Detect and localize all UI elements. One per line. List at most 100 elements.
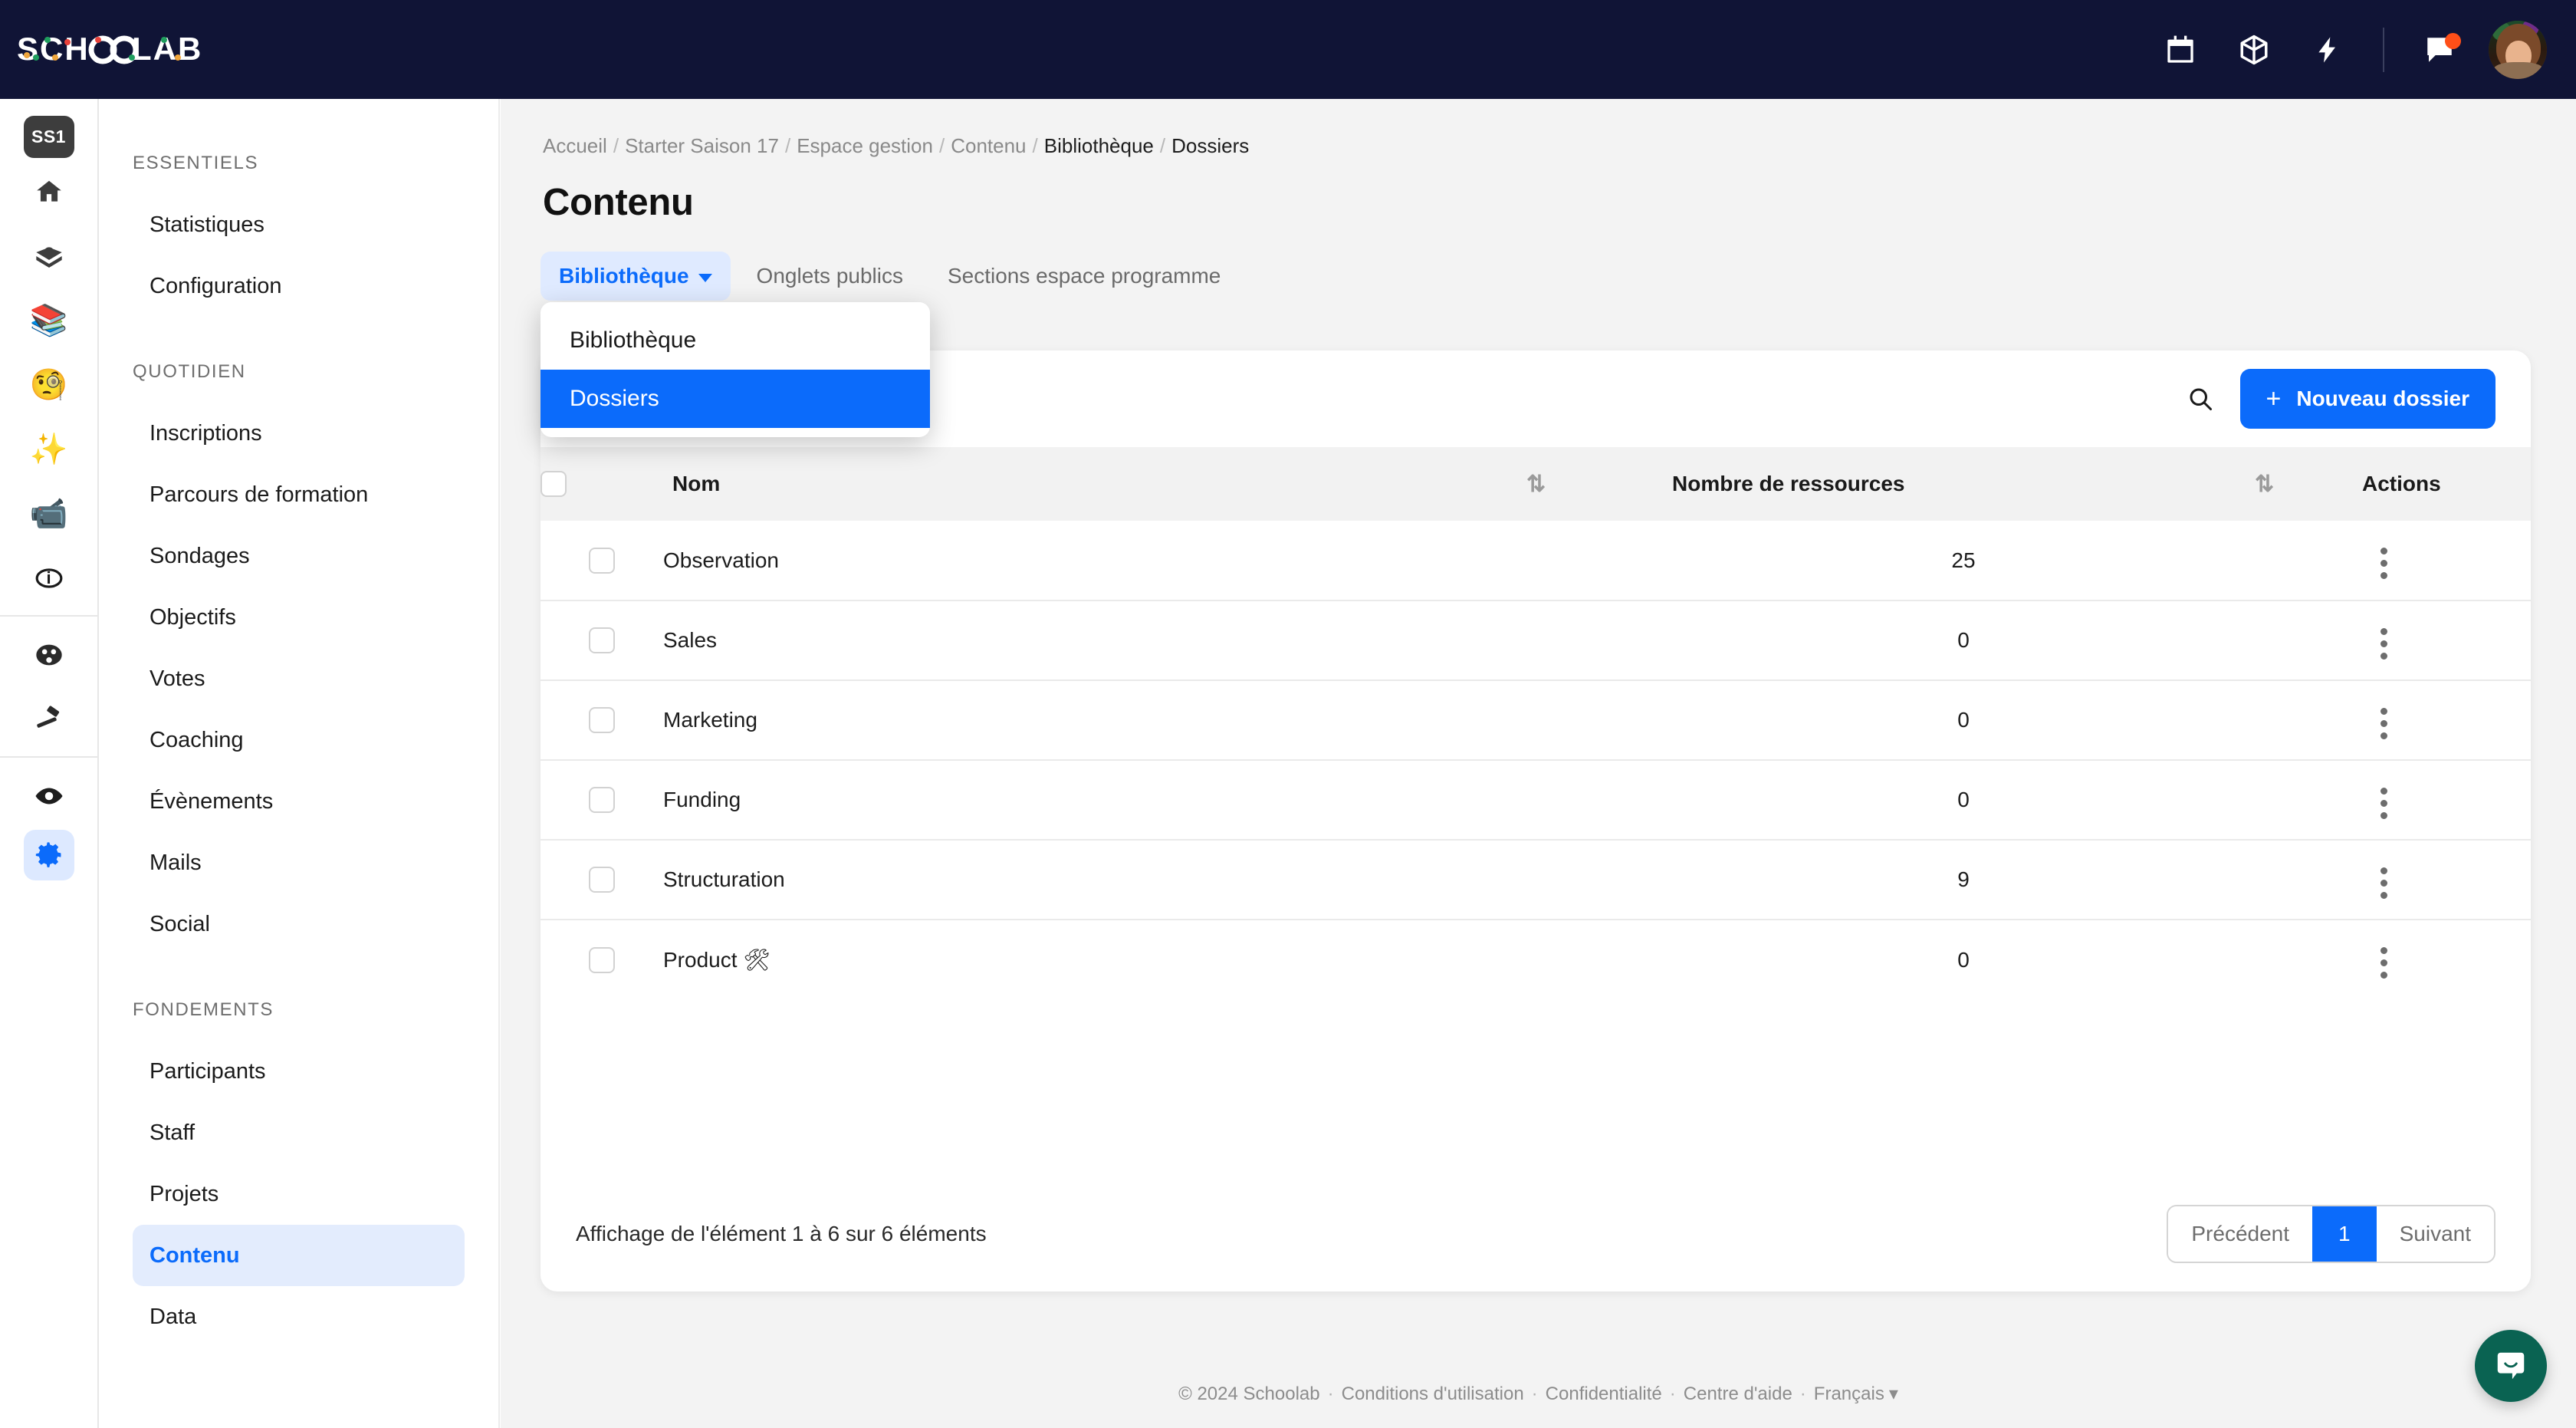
footer-link-confidentialite[interactable]: Confidentialité — [1546, 1384, 1662, 1404]
dossiers-table: Nom ⇅ Nombre de ressources ⇅ Actions Obs… — [540, 447, 2531, 999]
table-body: Observation 25 Sales 0 Marketing 0 Fundi… — [540, 521, 2531, 999]
row-checkbox[interactable] — [589, 867, 615, 893]
sidebar-item-objectifs[interactable]: Objectifs — [133, 587, 465, 648]
row-actions-menu-icon[interactable] — [2362, 781, 2406, 825]
next-page-button[interactable]: Suivant — [2376, 1206, 2494, 1262]
books-icon[interactable]: 📚 — [24, 290, 74, 351]
sidebar-item-contenu[interactable]: Contenu — [133, 1225, 465, 1286]
rail-group-community — [0, 615, 97, 750]
row-actions-menu-icon[interactable] — [2362, 622, 2406, 666]
new-folder-button[interactable]: + Nouveau dossier — [2239, 369, 2496, 429]
gavel-icon[interactable] — [24, 689, 74, 750]
sparkles-icon[interactable]: ✨ — [24, 419, 74, 480]
search-icon[interactable] — [2187, 385, 2214, 413]
table-row[interactable]: Marketing 0 — [540, 680, 2531, 761]
tab-bibliotheque[interactable]: Bibliothèque — [540, 252, 731, 301]
sidebar-item-mails[interactable]: Mails — [133, 832, 465, 893]
select-all-checkbox[interactable] — [540, 471, 567, 498]
breadcrumb: Accueil / Starter Saison 17/Espace gestion… — [543, 134, 1250, 157]
workspace-badge[interactable]: SS1 — [23, 116, 74, 158]
row-name: Observation — [663, 521, 1526, 601]
table-row[interactable]: Funding 0 — [540, 760, 2531, 841]
sidebar-item-sondages[interactable]: Sondages — [133, 525, 465, 587]
tab-sections-espace-programme[interactable]: Sections espace programme — [929, 252, 1239, 301]
page-title: Contenu — [543, 182, 694, 223]
table-row[interactable]: Observation 25 — [540, 521, 2531, 601]
open-book-icon[interactable] — [24, 225, 74, 287]
sidebar-item-parcours-de-formation[interactable]: Parcours de formation — [133, 464, 465, 525]
row-actions-menu-icon[interactable] — [2362, 702, 2406, 745]
sidebar-section-essentiels: ESSENTIELS Statistiques Configuration — [99, 153, 498, 317]
pagination: Précédent 1 Suivant — [2167, 1205, 2496, 1263]
row-actions-menu-icon[interactable] — [2362, 941, 2406, 985]
sidebar-item-social[interactable]: Social — [133, 893, 465, 955]
chat-icon[interactable] — [2403, 0, 2476, 99]
sidebar-item-staff[interactable]: Staff — [133, 1102, 465, 1163]
intercom-chat-button[interactable] — [2475, 1330, 2547, 1402]
table-footer: Affichage de l'élément 1 à 6 sur 6 éléme… — [540, 1176, 2531, 1291]
table-row[interactable]: Structuration 9 — [540, 840, 2531, 920]
breadcrumb-item-contenu[interactable]: Contenu — [951, 134, 1026, 157]
sidebar-item-projets[interactable]: Projets — [133, 1163, 465, 1225]
column-header-nom[interactable]: Nom — [663, 447, 1526, 521]
dropdown-item-bibliotheque[interactable]: Bibliothèque — [540, 311, 930, 370]
row-actions-menu-icon[interactable] — [2362, 541, 2406, 585]
sidebar-item-inscriptions[interactable]: Inscriptions — [133, 403, 465, 464]
gear-icon[interactable] — [23, 830, 74, 880]
row-count: 0 — [1672, 680, 2255, 761]
sidebar-section-quotidien: QUOTIDIEN Inscriptions Parcours de forma… — [99, 361, 498, 955]
schoolab-logo[interactable]: SCH LAB — [17, 32, 239, 67]
column-header-nombre-de-ressources[interactable]: Nombre de ressources — [1672, 447, 2255, 521]
row-checkbox[interactable] — [589, 707, 615, 734]
row-checkbox[interactable] — [589, 787, 615, 814]
breadcrumb-item-accueil[interactable]: Accueil — [543, 134, 607, 157]
sidebar-item-statistiques[interactable]: Statistiques — [133, 194, 465, 255]
page-number-1-button[interactable]: 1 — [2312, 1206, 2377, 1262]
breadcrumb-item-bibliotheque[interactable]: Bibliothèque — [1044, 134, 1154, 157]
previous-page-button[interactable]: Précédent — [2168, 1206, 2313, 1262]
select-all-header — [540, 447, 663, 521]
row-count: 0 — [1672, 760, 2255, 841]
row-actions-menu-icon[interactable] — [2362, 861, 2406, 905]
dropdown-item-dossiers[interactable]: Dossiers — [540, 370, 930, 428]
breadcrumb-item-espace-gestion[interactable]: Espace gestion — [797, 134, 933, 157]
eye-icon[interactable] — [24, 765, 74, 827]
sidebar-item-data[interactable]: Data — [133, 1286, 465, 1347]
footer-language-selector[interactable]: Français — [1814, 1384, 1884, 1404]
monocle-face-icon[interactable]: 🧐 — [24, 354, 74, 416]
row-name: Sales — [663, 600, 1526, 681]
sidebar-item-configuration[interactable]: Configuration — [133, 255, 465, 317]
tab-onglets-publics[interactable]: Onglets publics — [738, 252, 922, 301]
table-row[interactable]: Sales 0 — [540, 600, 2531, 681]
calendar-icon[interactable] — [2144, 0, 2217, 99]
page-footer: © 2024 Schoolab · Conditions d'utilisation… — [1178, 1384, 1898, 1404]
footer-link-conditions[interactable]: Conditions d'utilisation — [1342, 1384, 1524, 1404]
footer-link-centre-daide[interactable]: Centre d'aide — [1684, 1384, 1792, 1404]
sidebar-section-title: QUOTIDIEN — [133, 361, 246, 382]
breadcrumb-item-starter-saison-17[interactable]: Starter Saison 17 — [625, 134, 779, 157]
video-camera-icon[interactable]: 📹 — [24, 483, 74, 545]
row-checkbox[interactable] — [589, 627, 615, 654]
sidebar-section-title: FONDEMENTS — [133, 999, 274, 1020]
sidebar-item-votes[interactable]: Votes — [133, 648, 465, 709]
sidebar-item-participants[interactable]: Participants — [133, 1041, 465, 1102]
svg-text:SCH: SCH — [17, 32, 90, 67]
row-checkbox[interactable] — [589, 547, 615, 574]
rail-group-primary: 📚 🧐 ✨ 📹 i — [0, 158, 97, 609]
breadcrumb-item-dossiers[interactable]: Dossiers — [1171, 134, 1249, 157]
people-icon[interactable] — [24, 624, 74, 686]
top-navbar: SCH LAB — [0, 0, 2576, 99]
sort-icon[interactable]: ⇅ — [2255, 472, 2274, 497]
box-icon[interactable] — [2217, 0, 2291, 99]
home-icon[interactable] — [24, 161, 74, 222]
avatar[interactable] — [2489, 20, 2547, 79]
sidebar-item-evenements[interactable]: Évènements — [133, 771, 465, 832]
table-row[interactable]: Product 🛠 0 — [540, 920, 2531, 999]
lightning-icon[interactable] — [2291, 0, 2364, 99]
row-checkbox[interactable] — [589, 946, 615, 973]
sort-icon[interactable]: ⇅ — [1526, 472, 1546, 497]
sidebar-item-coaching[interactable]: Coaching — [133, 709, 465, 771]
chevron-down-icon[interactable]: ▾ — [1889, 1384, 1898, 1404]
row-name: Product 🛠 — [663, 948, 770, 972]
info-circle-icon[interactable]: i — [24, 548, 74, 609]
